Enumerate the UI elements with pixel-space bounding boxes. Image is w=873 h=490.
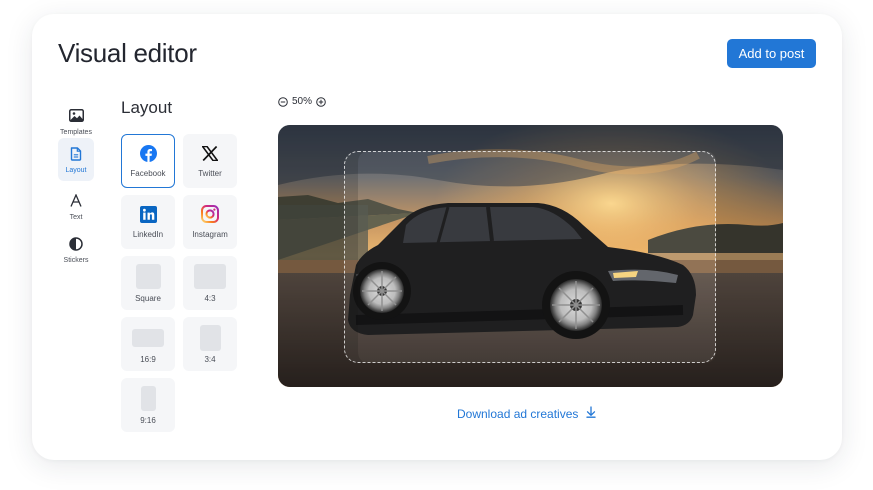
sidebar-item-stickers[interactable]: Stickers — [58, 228, 94, 271]
layout-panel-heading: Layout — [121, 98, 173, 117]
layout-option-label: Twitter — [198, 169, 222, 178]
ratio-9-16-icon — [140, 386, 156, 412]
sidebar-item-label: Templates — [60, 128, 92, 136]
zoom-control: 50% — [278, 96, 326, 107]
sidebar-item-text[interactable]: Text — [58, 185, 94, 228]
download-label: Download ad creatives — [457, 406, 579, 421]
sidebar-item-templates[interactable]: Templates — [58, 100, 94, 143]
facebook-icon — [139, 144, 157, 162]
image-icon — [68, 108, 84, 124]
zoom-level: 50% — [292, 96, 313, 107]
layout-option-twitter[interactable]: Twitter — [183, 134, 237, 188]
layout-option-label: Instagram — [192, 230, 228, 239]
download-ad-creatives-link[interactable]: Download ad creatives — [457, 406, 597, 421]
layout-option-label: 9:16 — [140, 415, 156, 425]
layout-option-label: Square — [135, 293, 161, 303]
ratio-16-9-icon — [132, 325, 164, 351]
layout-option-label: Facebook — [130, 169, 166, 178]
layout-option-label: 3:4 — [204, 354, 216, 364]
layout-option-instagram[interactable]: Instagram — [183, 195, 237, 249]
instagram-icon — [201, 205, 219, 223]
ratio-3-4-icon — [199, 324, 221, 351]
layout-option-16-9[interactable]: 16:9 — [121, 317, 175, 371]
page-title: Visual editor — [58, 38, 197, 68]
sidebar-item-layout[interactable]: Layout — [58, 138, 94, 181]
sidebar-item-label: Layout — [65, 166, 87, 174]
layout-option-square[interactable]: Square — [121, 256, 175, 310]
layout-option-label: 16:9 — [140, 354, 156, 364]
sticker-icon — [69, 236, 83, 252]
linkedin-icon — [139, 205, 157, 223]
x-twitter-icon — [202, 144, 218, 162]
download-arrow-icon — [586, 406, 597, 421]
sidebar-item-label: Stickers — [63, 256, 89, 264]
layout-option-label: 4:3 — [204, 293, 216, 303]
document-icon — [70, 146, 82, 162]
layout-option-facebook[interactable]: Facebook — [121, 134, 175, 188]
layout-option-label: LinkedIn — [132, 230, 164, 239]
sidebar-item-label: Text — [69, 213, 83, 221]
ratio-4-3-icon — [194, 264, 226, 290]
zoom-out-icon[interactable] — [278, 96, 288, 107]
layout-option-linkedin[interactable]: LinkedIn — [121, 195, 175, 249]
text-icon — [70, 193, 82, 209]
crop-frame[interactable] — [344, 151, 716, 363]
layout-option-4-3[interactable]: 4:3 — [183, 256, 237, 310]
add-to-post-button[interactable]: Add to post — [727, 39, 816, 68]
layout-option-3-4[interactable]: 3:4 — [183, 317, 237, 371]
layout-option-9-16[interactable]: 9:16 — [121, 378, 175, 432]
zoom-in-icon[interactable] — [316, 96, 326, 107]
square-ratio-icon — [135, 264, 161, 290]
